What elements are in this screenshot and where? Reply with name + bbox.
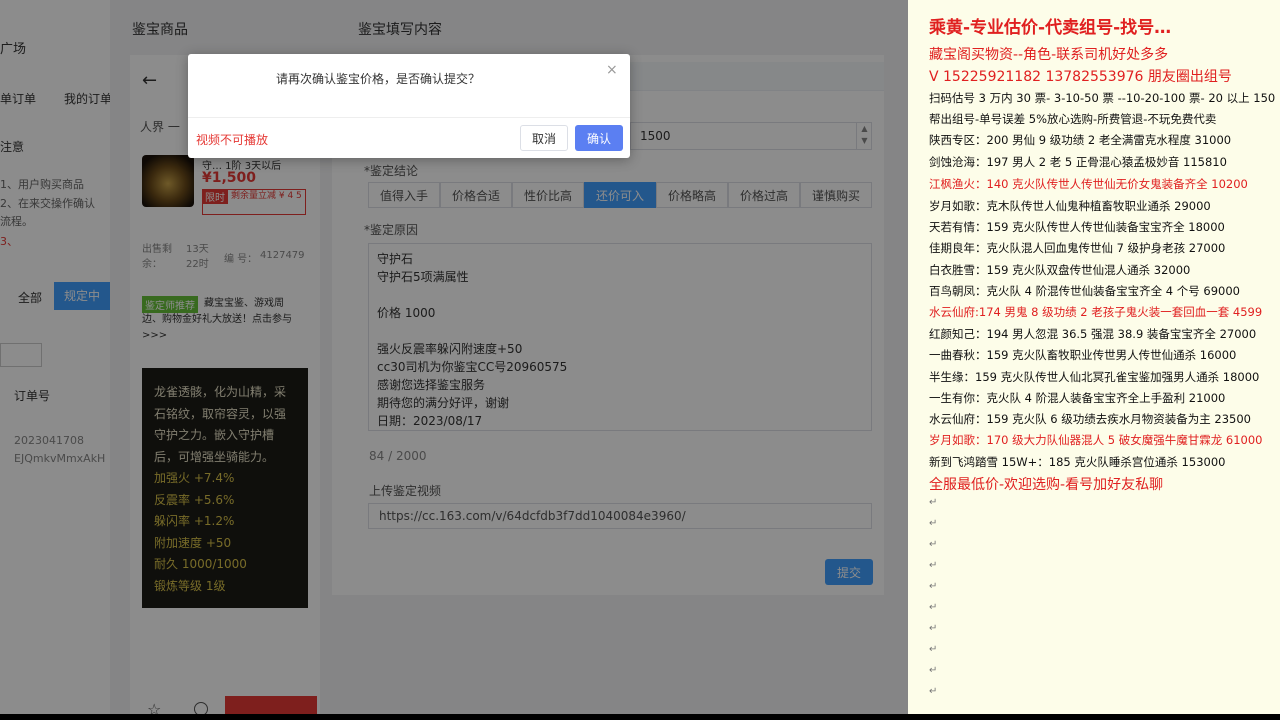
- notes-line: 岁月如歌：克木队传世人仙鬼种植畜牧职业通杀 29000: [929, 199, 1211, 213]
- paragraph-mark: ↵: [929, 497, 938, 508]
- bottom-bar: [0, 714, 1280, 720]
- notes-line: 水云仙府：159 克火队 6 级功绩去疾水月物资装备为主 23500: [929, 412, 1251, 426]
- paragraph-mark: ↵: [929, 686, 938, 697]
- video-warning: 视频不可播放: [196, 133, 269, 147]
- cancel-button[interactable]: 取消: [520, 125, 568, 151]
- notes-line: 一曲春秋：159 克火队畜牧职业传世男人传世仙通杀 16000: [929, 348, 1237, 362]
- notes-line: 一生有你：克火队 4 阶混人装备宝宝齐全上手盈利 21000: [929, 391, 1226, 405]
- paragraph-mark: ↵: [929, 518, 938, 529]
- dialog-divider: [188, 117, 630, 118]
- notepad-panel: 乘黄-专业估价-代卖组号-找号… 藏宝阁买物资--角色-联系司机好处多多 V 15…: [908, 0, 1280, 714]
- paragraph-mark: ↵: [929, 539, 938, 550]
- paragraph-mark: ↵: [929, 623, 938, 634]
- paragraph-mark: ↵: [929, 644, 938, 655]
- notes-line: 白衣胜雪：159 克火队双盘传世仙混人通杀 32000: [929, 263, 1191, 277]
- notes-line: 扫码估号 3 万内 30 票- 3-10-50 票 --10-20-100 票-…: [929, 91, 1276, 105]
- notes-line: 藏宝阁买物资--角色-联系司机好处多多: [929, 47, 1169, 63]
- confirm-dialog: 请再次确认鉴宝价格，是否确认提交？ × 视频不可播放 取消 确认: [188, 54, 630, 158]
- notes-line: 岁月如歌：170 级大力队仙器混人 5 破女魔强牛魔甘霖龙 61000: [929, 433, 1263, 447]
- notes-line: 半生缘：159 克火队传世人仙北冥孔雀宝鉴加强男人通杀 18000: [929, 370, 1260, 384]
- notes-line: V 15225921182 13782553976 朋友圈出组号: [929, 69, 1232, 85]
- app-window: 广场 单订单 我的订单 注意 1、用户购买商品 2、在来交操作确认 流程。 3、…: [0, 0, 908, 714]
- dialog-message: 请再次确认鉴宝价格，是否确认提交？: [276, 72, 481, 86]
- notes-title: 乘黄-专业估价-代卖组号-找号…: [929, 18, 1172, 38]
- notes-line: 剑蚀沧海：197 男人 2 老 5 正骨混心猿孟极妙音 115810: [929, 155, 1227, 169]
- notes-line: 帮出组号-单号误差 5%放心选购-所费管退-不玩免费代卖: [929, 112, 1217, 126]
- notes-line: 水云仙府:174 男鬼 8 级功绩 2 老孩子鬼火装一套回血一套 4599: [929, 305, 1263, 319]
- notes-line: 百鸟朝凤：克火队 4 阶混传世仙装备宝宝齐全 4 个号 69000: [929, 284, 1240, 298]
- dialog-close-icon[interactable]: ×: [606, 62, 618, 78]
- notes-line: 全服最低价-欢迎选购-看号加好友私聊: [929, 477, 1164, 493]
- notes-line: 陕西专区：200 男仙 9 级功绩 2 老全满雷克水程度 31000: [929, 133, 1232, 147]
- notes-line: 红颜知己：194 男人忽混 36.5 强混 38.9 装备宝宝齐全 27000: [929, 327, 1257, 341]
- notes-line: 新到飞鸿踏雪 15W+：185 克火队睡杀宫位通杀 153000: [929, 455, 1226, 469]
- paragraph-mark: ↵: [929, 665, 938, 676]
- notes-line: 佳期良年：克火队混人回血鬼传世仙 7 级护身老孩 27000: [929, 241, 1226, 255]
- paragraph-mark: ↵: [929, 560, 938, 571]
- confirm-button[interactable]: 确认: [575, 125, 623, 151]
- notes-line: 江枫渔火：140 克火队传世人传世仙无价女鬼装备齐全 10200: [929, 177, 1248, 191]
- notes-line: 天若有情：159 克火队传世人传世仙装备宝宝齐全 18000: [929, 220, 1225, 234]
- paragraph-mark: ↵: [929, 581, 938, 592]
- paragraph-mark: ↵: [929, 602, 938, 613]
